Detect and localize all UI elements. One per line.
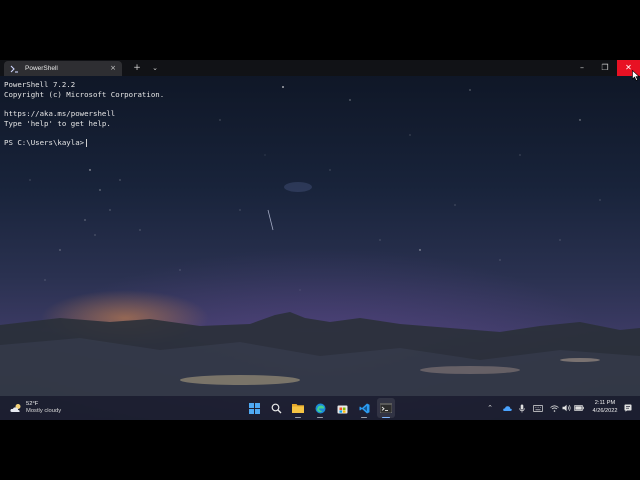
- terminal-icon: [380, 403, 392, 413]
- search-button[interactable]: [267, 398, 285, 418]
- edge-icon: [315, 403, 325, 413]
- letterbox-bottom: [0, 420, 640, 480]
- terminal-prompt: PS C:\Users\kayla>: [4, 138, 85, 148]
- file-explorer-button[interactable]: [289, 398, 307, 418]
- running-indicator: [295, 416, 301, 418]
- running-indicator: [382, 416, 390, 418]
- windows-logo-icon: [248, 402, 260, 414]
- store-icon: [337, 405, 347, 413]
- weather-temperature: 52°F: [26, 401, 39, 407]
- microphone-icon[interactable]: [517, 396, 527, 420]
- text-caret: [86, 139, 88, 148]
- weather-condition: Mostly cloudy: [26, 408, 62, 414]
- clock-time: 2:11 PM: [594, 400, 616, 406]
- terminal-line: Type 'help' to get help.: [4, 118, 111, 128]
- start-button[interactable]: [245, 398, 263, 418]
- letterbox-top: [0, 0, 640, 60]
- chevron-down-icon[interactable]: ⌄: [150, 62, 160, 74]
- running-indicator: [361, 416, 367, 418]
- notification-icon[interactable]: [622, 396, 634, 420]
- taskbar: 52°F Mostly cloudy ⌃ 2:11 PM 4/26/2022: [0, 396, 640, 420]
- terminal-prompt-line[interactable]: PS C:\Users\kayla>: [4, 138, 636, 148]
- terminal-output[interactable]: PowerShell 7.2.2 Copyright (c) Microsoft…: [4, 80, 636, 380]
- terminal-line: https://aka.ms/powershell: [4, 109, 116, 119]
- terminal-line: PowerShell 7.2.2: [4, 80, 76, 89]
- desktop-screen: PowerShell × + ⌄ – ❐ ✕ PowerShell 7.2.2 …: [0, 60, 640, 420]
- show-hidden-icons-button[interactable]: ⌃: [485, 396, 495, 420]
- store-button[interactable]: [333, 398, 351, 418]
- cloud-moon-icon: [10, 404, 21, 412]
- running-indicator: [317, 416, 323, 418]
- tab-title: PowerShell: [25, 65, 58, 72]
- terminal-titlebar[interactable]: PowerShell × + ⌄ – ❐ ✕: [0, 60, 640, 76]
- close-tab-icon[interactable]: ×: [110, 65, 116, 72]
- new-tab-button[interactable]: +: [132, 62, 142, 74]
- vscode-icon: [359, 403, 369, 413]
- folder-icon: [292, 404, 304, 413]
- terminal-line: Copyright (c) Microsoft Corporation.: [4, 89, 165, 99]
- onedrive-icon[interactable]: [501, 396, 513, 420]
- clock-date: 4/26/2022: [592, 407, 618, 414]
- search-icon: [271, 403, 281, 413]
- powershell-icon: [9, 64, 19, 74]
- clock-widget[interactable]: 2:11 PM 4/26/2022: [586, 400, 624, 415]
- keyboard-icon[interactable]: [532, 396, 544, 420]
- wifi-icon[interactable]: [549, 396, 559, 420]
- tab-powershell[interactable]: PowerShell ×: [4, 61, 122, 76]
- weather-widget[interactable]: 52°F Mostly cloudy: [10, 400, 61, 416]
- edge-button[interactable]: [311, 398, 329, 418]
- vscode-button[interactable]: [355, 398, 373, 418]
- battery-icon[interactable]: [573, 396, 585, 420]
- terminal-button[interactable]: [377, 398, 395, 418]
- minimize-button[interactable]: –: [571, 60, 593, 76]
- volume-icon[interactable]: [561, 396, 571, 420]
- restore-button[interactable]: ❐: [594, 60, 616, 76]
